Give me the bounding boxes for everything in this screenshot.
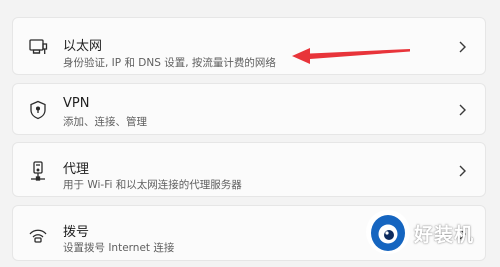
shield-icon [27,99,49,121]
ethernet-icon [27,36,49,58]
vpn-description: 添加、连接、管理 [63,116,147,128]
ethernet-settings-item[interactable]: 以太网 身份验证, IP 和 DNS 设置, 按流量计费的网络 [12,17,486,75]
proxy-settings-item[interactable]: 代理 用于 Wi-Fi 和以太网连接的代理服务器 [12,142,486,197]
proxy-title: 代理 [63,162,90,177]
ethernet-title: 以太网 [63,39,103,54]
chevron-right-icon [457,103,467,117]
chevron-right-icon [457,227,467,241]
vpn-settings-item[interactable]: VPN 添加、连接、管理 [12,83,486,135]
chevron-right-icon [457,40,467,54]
dialup-icon [27,224,49,246]
chevron-right-icon [457,164,467,178]
network-settings-list: 以太网 身份验证, IP 和 DNS 设置, 按流量计费的网络 VPN 添加、连… [0,0,500,267]
ethernet-description: 身份验证, IP 和 DNS 设置, 按流量计费的网络 [63,57,276,69]
dialup-description: 设置拨号 Internet 连接 [63,242,175,254]
dialup-settings-item[interactable]: 拨号 设置拨号 Internet 连接 [12,205,486,261]
dialup-title: 拨号 [63,225,90,240]
proxy-icon [27,160,49,182]
vpn-title: VPN [63,96,90,111]
proxy-description: 用于 Wi-Fi 和以太网连接的代理服务器 [63,179,242,191]
